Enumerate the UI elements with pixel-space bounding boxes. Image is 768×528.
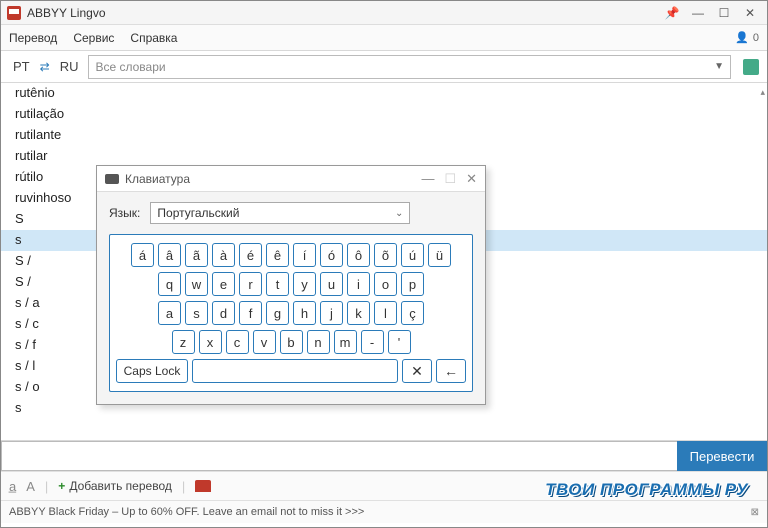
key-t[interactable]: t (266, 272, 289, 296)
key--[interactable]: - (361, 330, 384, 354)
key-j[interactable]: j (320, 301, 343, 325)
translate-button[interactable]: Перевести (677, 441, 767, 471)
app-title: ABBYY Lingvo (27, 6, 106, 20)
dictionary-placeholder: Все словари (95, 60, 165, 74)
key-é[interactable]: é (239, 243, 262, 267)
search-input[interactable] (1, 441, 677, 471)
key-ã[interactable]: ã (185, 243, 208, 267)
key-ç[interactable]: ç (401, 301, 424, 325)
chevron-down-icon: ⌄ (395, 208, 403, 219)
keyboard-titlebar: Клавиатура — ☐ ✕ (97, 166, 485, 192)
app-icon (7, 6, 21, 20)
chevron-down-icon: ▼ (714, 61, 724, 72)
key-u[interactable]: u (320, 272, 343, 296)
delete-key[interactable]: ✕ (402, 359, 432, 383)
keyboard-close-button[interactable]: ✕ (466, 171, 477, 187)
key-a[interactable]: a (158, 301, 181, 325)
key-ô[interactable]: ô (347, 243, 370, 267)
key-z[interactable]: z (172, 330, 195, 354)
add-translation-label: Добавить перевод (69, 479, 172, 493)
key-e[interactable]: e (212, 272, 235, 296)
scroll-up-icon[interactable]: ▴ (760, 87, 765, 98)
language-bar: PT ⇄ RU Все словари ▼ (1, 51, 767, 83)
menubar: Перевод Сервис Справка 👤 0 (1, 25, 767, 51)
key-á[interactable]: á (131, 243, 154, 267)
statusbar: ABBYY Black Friday – Up to 60% OFF. Leav… (1, 501, 767, 523)
user-count: 0 (753, 32, 759, 44)
language-icon[interactable]: a̲ (9, 479, 16, 494)
key-x[interactable]: x (199, 330, 222, 354)
key-ó[interactable]: ó (320, 243, 343, 267)
statusbar-text[interactable]: ABBYY Black Friday – Up to 60% OFF. Leav… (9, 506, 364, 518)
user-icon[interactable]: 👤 (735, 31, 749, 44)
keyboard-dialog: Клавиатура — ☐ ✕ Язык: Португальский ⌄ á… (96, 165, 486, 405)
pin-button[interactable]: 📌 (661, 4, 683, 22)
keyboard-grid: áâãàéêíóôõúü qwertyuiop asdfghjklç zxcvb… (109, 234, 473, 392)
close-button[interactable]: ✕ (739, 4, 761, 22)
key-y[interactable]: y (293, 272, 316, 296)
key-k[interactable]: k (347, 301, 370, 325)
list-item[interactable]: rutênio (1, 83, 767, 104)
key-h[interactable]: h (293, 301, 316, 325)
capslock-key[interactable]: Caps Lock (116, 359, 188, 383)
key-b[interactable]: b (280, 330, 303, 354)
add-translation-button[interactable]: + Добавить перевод (58, 479, 172, 493)
key-f[interactable]: f (239, 301, 262, 325)
space-key[interactable] (192, 359, 398, 383)
lang-from[interactable]: PT (9, 59, 34, 74)
keyboard-title: Клавиатура (125, 172, 190, 186)
key-ú[interactable]: ú (401, 243, 424, 267)
swap-languages-icon[interactable]: ⇄ (40, 60, 50, 74)
key-o[interactable]: o (374, 272, 397, 296)
statusbar-close-icon[interactable]: ⊠ (751, 507, 759, 518)
key-r[interactable]: r (239, 272, 262, 296)
keyboard-minimize-button[interactable]: — (421, 171, 434, 187)
key-d[interactable]: d (212, 301, 235, 325)
key-í[interactable]: í (293, 243, 316, 267)
key-n[interactable]: n (307, 330, 330, 354)
key-s[interactable]: s (185, 301, 208, 325)
menu-translate[interactable]: Перевод (9, 31, 57, 45)
keyboard-lang-value: Португальский (157, 206, 239, 220)
menu-service[interactable]: Сервис (73, 31, 114, 45)
key-q[interactable]: q (158, 272, 181, 296)
key-c[interactable]: c (226, 330, 249, 354)
key-ü[interactable]: ü (428, 243, 451, 267)
tutor-icon[interactable] (195, 480, 211, 492)
lang-to[interactable]: RU (56, 59, 83, 74)
list-item[interactable]: rutilante (1, 125, 767, 146)
dictionary-select[interactable]: Все словари ▼ (88, 55, 731, 79)
keyboard-lang-select[interactable]: Португальский ⌄ (150, 202, 410, 224)
key-v[interactable]: v (253, 330, 276, 354)
key-õ[interactable]: õ (374, 243, 397, 267)
key-i[interactable]: i (347, 272, 370, 296)
list-item[interactable]: rutilar (1, 146, 767, 167)
menu-help[interactable]: Справка (130, 31, 177, 45)
plus-icon: + (58, 479, 65, 493)
dictionary-icon[interactable] (743, 59, 759, 75)
key-ê[interactable]: ê (266, 243, 289, 267)
font-icon[interactable]: A (26, 479, 35, 494)
key-w[interactable]: w (185, 272, 208, 296)
key-l[interactable]: l (374, 301, 397, 325)
watermark-text: ТВОИ ПРОГРАММЫ РУ (545, 480, 748, 500)
minimize-button[interactable]: — (687, 4, 709, 22)
key-p[interactable]: p (401, 272, 424, 296)
keyboard-maximize-button: ☐ (444, 171, 456, 187)
backspace-key[interactable]: ← (436, 359, 466, 383)
input-bar: Перевести (1, 441, 767, 471)
keyboard-icon (105, 174, 119, 184)
keyboard-lang-label: Язык: (109, 206, 140, 220)
key-'[interactable]: ' (388, 330, 411, 354)
key-à[interactable]: à (212, 243, 235, 267)
titlebar: ABBYY Lingvo 📌 — ☐ ✕ (1, 1, 767, 25)
maximize-button[interactable]: ☐ (713, 4, 735, 22)
key-m[interactable]: m (334, 330, 357, 354)
key-â[interactable]: â (158, 243, 181, 267)
list-item[interactable]: rutilação (1, 104, 767, 125)
key-g[interactable]: g (266, 301, 289, 325)
